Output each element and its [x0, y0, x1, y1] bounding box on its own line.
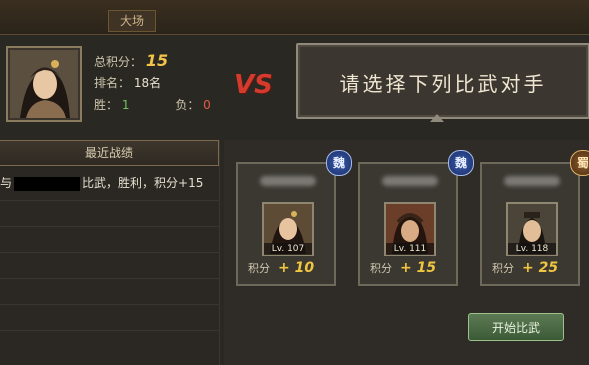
opponent-level: Lv. 107 — [264, 243, 312, 255]
faction-badge-shu: 蜀 — [570, 150, 589, 176]
opponent-points-label: 积分 — [248, 262, 270, 275]
opponent-name-blurred — [260, 176, 316, 186]
opponent-level: Lv. 111 — [386, 243, 434, 255]
entry-prefix: 与 — [0, 176, 13, 190]
entry-suffix: 比武，胜利，积分+15 — [82, 176, 204, 190]
rank-label: 排名： — [94, 76, 131, 90]
opponent-level: Lv. 118 — [508, 243, 556, 255]
recent-battles-panel: 最近战绩 与 比武，胜利，积分+15 — [0, 140, 220, 365]
start-battle-button[interactable]: 开始比武 — [468, 313, 564, 341]
opponent-points-value: + 10 — [278, 260, 315, 276]
rank-row: 排名： 18名 — [94, 72, 211, 94]
record-row: 胜： 1 负： 0 — [94, 94, 211, 116]
opponent-card-1[interactable]: Lv. 107 积分 + 10 — [236, 162, 336, 286]
win-label: 胜： — [94, 98, 119, 112]
divider — [0, 304, 219, 305]
prompt-text: 请选择下列比武对手 — [339, 72, 547, 96]
rank-value: 18名 — [133, 76, 162, 90]
divider — [0, 252, 219, 253]
opponent-name-blurred — [382, 176, 438, 186]
lose-label: 负： — [175, 98, 200, 112]
redacted-name — [14, 176, 81, 191]
faction-badge-wei: 魏 — [326, 150, 352, 176]
opponent-points-label: 积分 — [492, 262, 514, 275]
opponent-points: 积分 + 25 — [492, 260, 558, 276]
opponent-card-3[interactable]: Lv. 118 积分 + 25 — [480, 162, 580, 286]
top-strip: 大场 — [0, 0, 589, 35]
total-score-label: 总积分： — [94, 55, 143, 69]
opponent-points: 积分 + 15 — [370, 260, 436, 276]
opponent-points-label: 积分 — [370, 262, 392, 275]
opponent-points-value: + 25 — [522, 260, 559, 276]
win-value: 1 — [121, 98, 130, 112]
divider — [0, 226, 219, 227]
divider — [0, 278, 219, 279]
player-portrait — [10, 50, 78, 118]
opponent-points: 积分 + 10 — [248, 260, 314, 276]
player-stats: 总积分： 15 排名： 18名 胜： 1 负： 0 — [94, 50, 211, 116]
lose-value: 0 — [203, 98, 211, 112]
opponent-points-value: + 15 — [400, 260, 437, 276]
opponent-card-2[interactable]: Lv. 111 积分 + 15 — [358, 162, 458, 286]
divider — [0, 330, 219, 331]
total-score-value: 15 — [145, 51, 169, 70]
prompt-box: 请选择下列比武对手 — [296, 43, 589, 119]
top-tab[interactable]: 大场 — [108, 10, 156, 32]
divider — [0, 200, 219, 201]
recent-battle-entry: 与 比武，胜利，积分+15 — [0, 174, 203, 191]
player-avatar — [6, 46, 82, 122]
vs-emblem: VS — [234, 70, 273, 100]
prompt-arrow-icon — [430, 114, 444, 122]
total-score-row: 总积分： 15 — [94, 50, 211, 72]
faction-badge-wei: 魏 — [448, 150, 474, 176]
recent-battles-header: 最近战绩 — [0, 140, 219, 166]
opponent-name-blurred — [504, 176, 560, 186]
